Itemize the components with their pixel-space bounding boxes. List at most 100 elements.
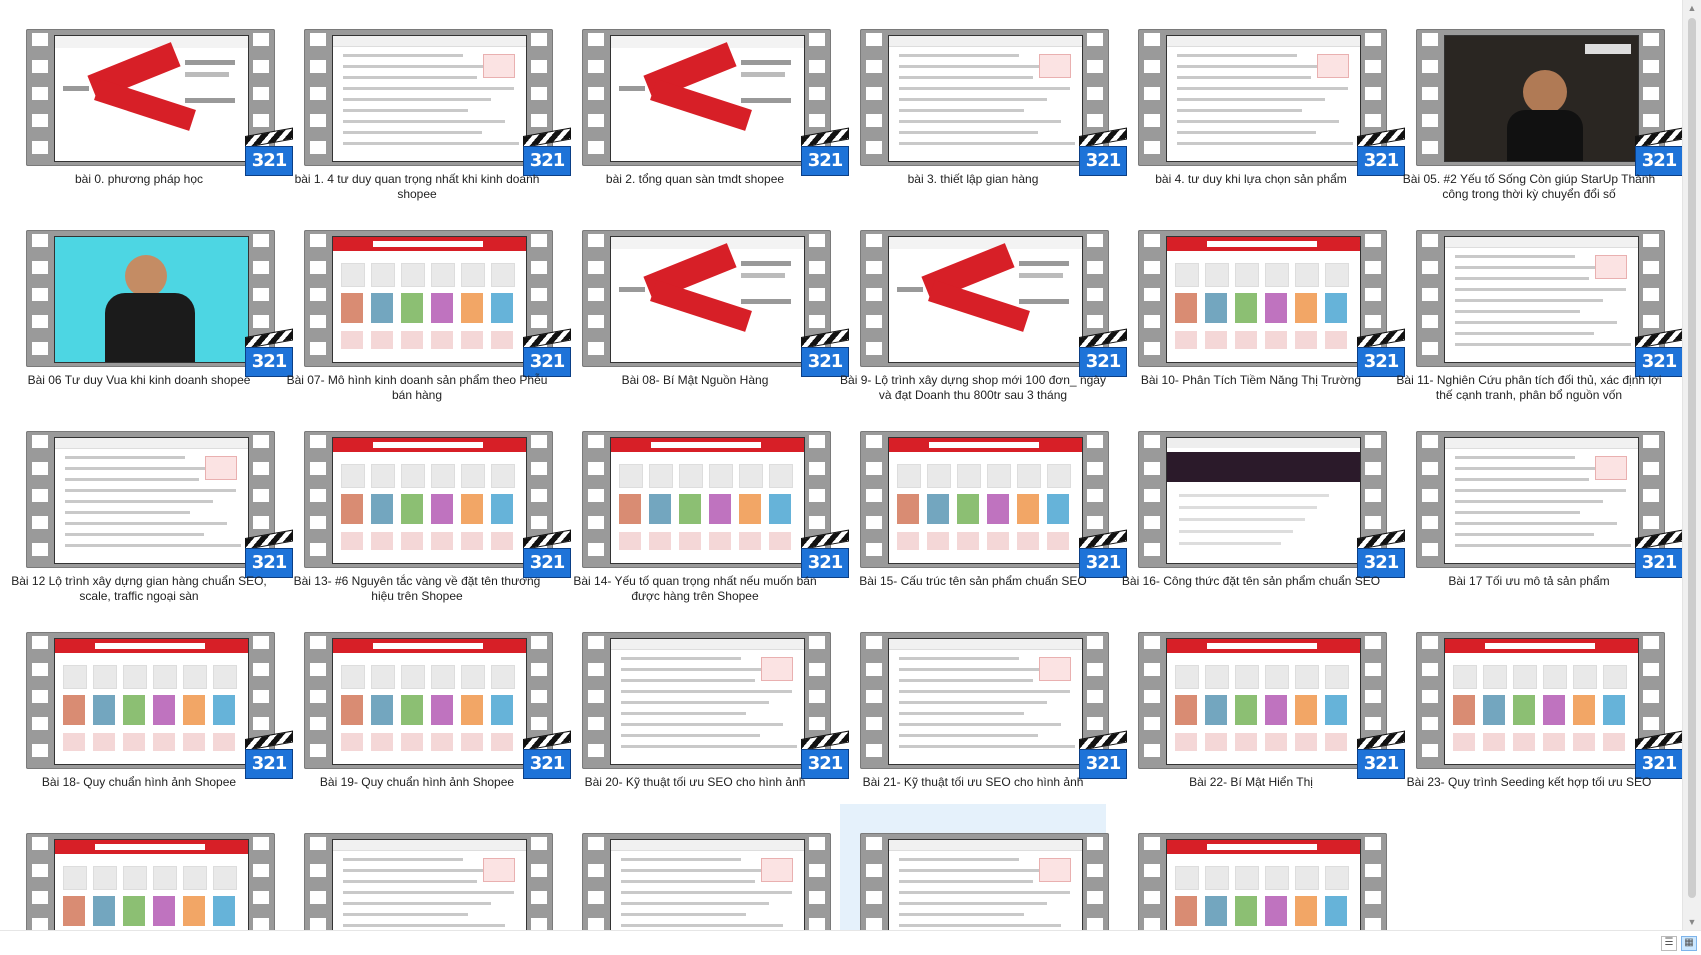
filmstrip-frame <box>582 29 831 166</box>
video-thumbnail-image <box>888 35 1083 162</box>
video-thumbnail-image <box>332 437 527 564</box>
video-file-item[interactable]: 321 Bài 12 Lộ trình xây dựng gian hàng ch… <box>6 402 293 603</box>
video-thumbnail-image <box>1444 236 1639 363</box>
file-name-label: Bài 18- Quy chuẩn hình ảnh Shopee <box>41 775 237 789</box>
video-file-item[interactable]: 321 Bài 15- Cấu trúc tên sản phẩm chuẩn S… <box>840 402 1127 592</box>
film-sprocket-holes <box>588 234 604 363</box>
film-sprocket-holes <box>1422 33 1438 162</box>
filmstrip-frame <box>1138 833 1387 930</box>
filmstrip-thumbnail: 321 <box>1416 29 1683 176</box>
file-name-label: Bài 21- Kỹ thuật tối ưu SEO cho hình ảnh <box>862 775 1084 789</box>
filmstrip-thumbnail: 321 <box>860 230 1127 377</box>
video-file-item[interactable]: 321 <box>1118 804 1387 930</box>
video-thumbnail-image <box>54 437 249 564</box>
video-file-item[interactable]: 321 <box>284 804 553 930</box>
scrollbar-thumb[interactable] <box>1688 18 1696 898</box>
film-sprocket-holes <box>1144 234 1160 363</box>
filmstrip-frame <box>26 431 275 568</box>
video-file-item[interactable]: 321 bài 2. tổng quan sàn tmdt shopee <box>562 0 849 190</box>
scroll-up-arrow-icon[interactable]: ▲ <box>1683 0 1701 16</box>
film-sprocket-holes <box>1087 837 1103 930</box>
filmstrip-thumbnail: 321 <box>1416 431 1683 578</box>
file-name-label: bài 3. thiết lập gian hàng <box>907 172 1039 186</box>
video-file-item[interactable]: 321 Bài 10- Phân Tích Tiềm Năng Thị Trườn… <box>1118 201 1405 391</box>
video-file-item[interactable]: 321 bài 1. 4 tư duy quan trọng nhất khi k… <box>284 0 571 201</box>
filmstrip-frame <box>582 230 831 367</box>
file-name-label: bài 2. tổng quan sàn tmdt shopee <box>605 172 785 186</box>
vertical-scrollbar[interactable]: ▲ ▼ <box>1682 0 1701 930</box>
filmstrip-thumbnail: 321 <box>1138 29 1405 176</box>
filmstrip-thumbnail: 321 <box>582 431 849 578</box>
file-name-label: Bài 14- Yếu tố quan trọng nhất nếu muốn … <box>573 574 817 603</box>
filmstrip-thumbnail: 321 <box>1416 230 1683 377</box>
file-name-label: Bài 06 Tư duy Vua khi kinh doanh shopee <box>27 373 251 387</box>
filmstrip-thumbnail: 321 <box>304 230 571 377</box>
film-sprocket-holes <box>588 435 604 564</box>
film-sprocket-holes <box>588 636 604 765</box>
film-sprocket-holes <box>1422 435 1438 564</box>
video-file-item[interactable]: 321 Bài 9- Lộ trình xây dựng shop mới 100… <box>840 201 1127 402</box>
film-sprocket-holes <box>310 234 326 363</box>
video-file-item[interactable]: 321 Bài 17 Tối ưu mô tả sản phẩm <box>1396 402 1683 592</box>
video-thumbnail-image <box>1166 437 1361 564</box>
video-file-item[interactable]: 321 Bài 11- Nghiên Cứu phân tích đối thủ,… <box>1396 201 1683 402</box>
file-name-label: Bài 22- Bí Mật Hiển Thị <box>1189 775 1313 789</box>
video-file-item[interactable]: 321 Bài 19- Quy chuẩn hình ảnh Shopee <box>284 603 571 793</box>
file-name-label: Bài 08- Bí Mật Nguồn Hàng <box>621 373 769 387</box>
film-sprocket-holes <box>310 33 326 162</box>
filmstrip-frame <box>304 29 553 166</box>
video-file-item[interactable]: 321 Bài 18- Quy chuẩn hình ảnh Shopee <box>6 603 293 793</box>
video-thumbnail-image <box>1166 638 1361 765</box>
film-sprocket-holes <box>588 837 604 930</box>
filmstrip-thumbnail: 321 <box>1138 632 1405 779</box>
film-sprocket-holes <box>1144 435 1160 564</box>
video-file-item[interactable]: 321 Bài 14- Yếu tố quan trọng nhất nếu mu… <box>562 402 849 603</box>
filmstrip-frame <box>1416 230 1665 367</box>
filmstrip-thumbnail: 321 <box>26 29 293 176</box>
filmstrip-thumbnail: 321 <box>582 833 831 930</box>
video-thumbnail-image <box>54 236 249 363</box>
video-file-item[interactable]: 321 Bài 16- Công thức đặt tên sản phẩm ch… <box>1118 402 1405 592</box>
video-file-item[interactable]: 321 Bài 07- Mô hình kinh doanh sản phẩm t… <box>284 201 571 402</box>
video-thumbnail-image <box>1166 35 1361 162</box>
video-file-item[interactable]: 321 Bài 08- Bí Mật Nguồn Hàng <box>562 201 849 391</box>
film-sprocket-holes <box>1144 837 1160 930</box>
video-file-item[interactable]: 321 Bài 05. #2 Yếu tố Sống Còn giúp StarU… <box>1396 0 1683 201</box>
filmstrip-frame <box>26 632 275 769</box>
video-file-item[interactable]: 321 Bài 22- Bí Mật Hiển Thị <box>1118 603 1405 793</box>
video-thumbnail-image <box>610 839 805 930</box>
video-file-item[interactable]: 321 bài 3. thiết lập gian hàng <box>840 0 1127 190</box>
film-sprocket-holes <box>866 636 882 765</box>
film-sprocket-holes <box>866 435 882 564</box>
video-file-item[interactable]: 321 Bài 23- Quy trình Seeding kết hợp tối… <box>1396 603 1683 793</box>
scroll-down-arrow-icon[interactable]: ▼ <box>1683 914 1701 930</box>
video-file-item[interactable]: 321 <box>562 804 831 930</box>
video-file-item[interactable]: 321 bài 0. phương pháp học <box>6 0 293 190</box>
video-file-item[interactable]: 321 <box>840 804 1109 930</box>
video-file-item[interactable]: 321 Bài 20- Kỹ thuật tối ưu SEO cho hình … <box>562 603 849 793</box>
file-name-label: Bài 9- Lộ trình xây dựng shop mới 100 đơ… <box>840 373 1106 402</box>
details-view-icon[interactable]: ☰ <box>1661 936 1677 951</box>
film-sprocket-holes <box>809 837 825 930</box>
video-file-item[interactable]: 321 Bài 13- #6 Nguyên tắc vàng về đặt tên… <box>284 402 571 603</box>
video-file-item[interactable]: 321 <box>6 804 275 930</box>
filmstrip-thumbnail: 321 <box>582 29 849 176</box>
large-icons-view-icon[interactable]: ▦ <box>1681 936 1697 951</box>
video-file-item[interactable]: 321 bài 4. tư duy khi lựa chọn sản phẩm <box>1118 0 1405 190</box>
file-name-label: Bài 16- Công thức đặt tên sản phẩm chuẩn… <box>1121 574 1381 588</box>
file-grid: 321 bài 0. phương pháp học 321 bài 1. 4 tư … <box>0 0 1683 930</box>
filmstrip-frame <box>1138 230 1387 367</box>
file-name-label: Bài 17 Tối ưu mô tả sản phẩm <box>1448 574 1610 588</box>
filmstrip-frame <box>1138 431 1387 568</box>
filmstrip-frame <box>582 833 831 930</box>
filmstrip-frame <box>860 833 1109 930</box>
film-sprocket-holes <box>32 435 48 564</box>
video-file-item[interactable]: 321 Bài 06 Tư duy Vua khi kinh doanh shop… <box>6 201 293 391</box>
film-sprocket-holes <box>531 837 547 930</box>
film-sprocket-holes <box>1144 33 1160 162</box>
filmstrip-frame <box>26 230 275 367</box>
video-file-item[interactable]: 321 Bài 21- Kỹ thuật tối ưu SEO cho hình … <box>840 603 1127 793</box>
media-player-classic-321-icon: 321 <box>1635 730 1683 779</box>
filmstrip-thumbnail: 321 <box>582 632 849 779</box>
filmstrip-thumbnail: 321 <box>860 29 1127 176</box>
